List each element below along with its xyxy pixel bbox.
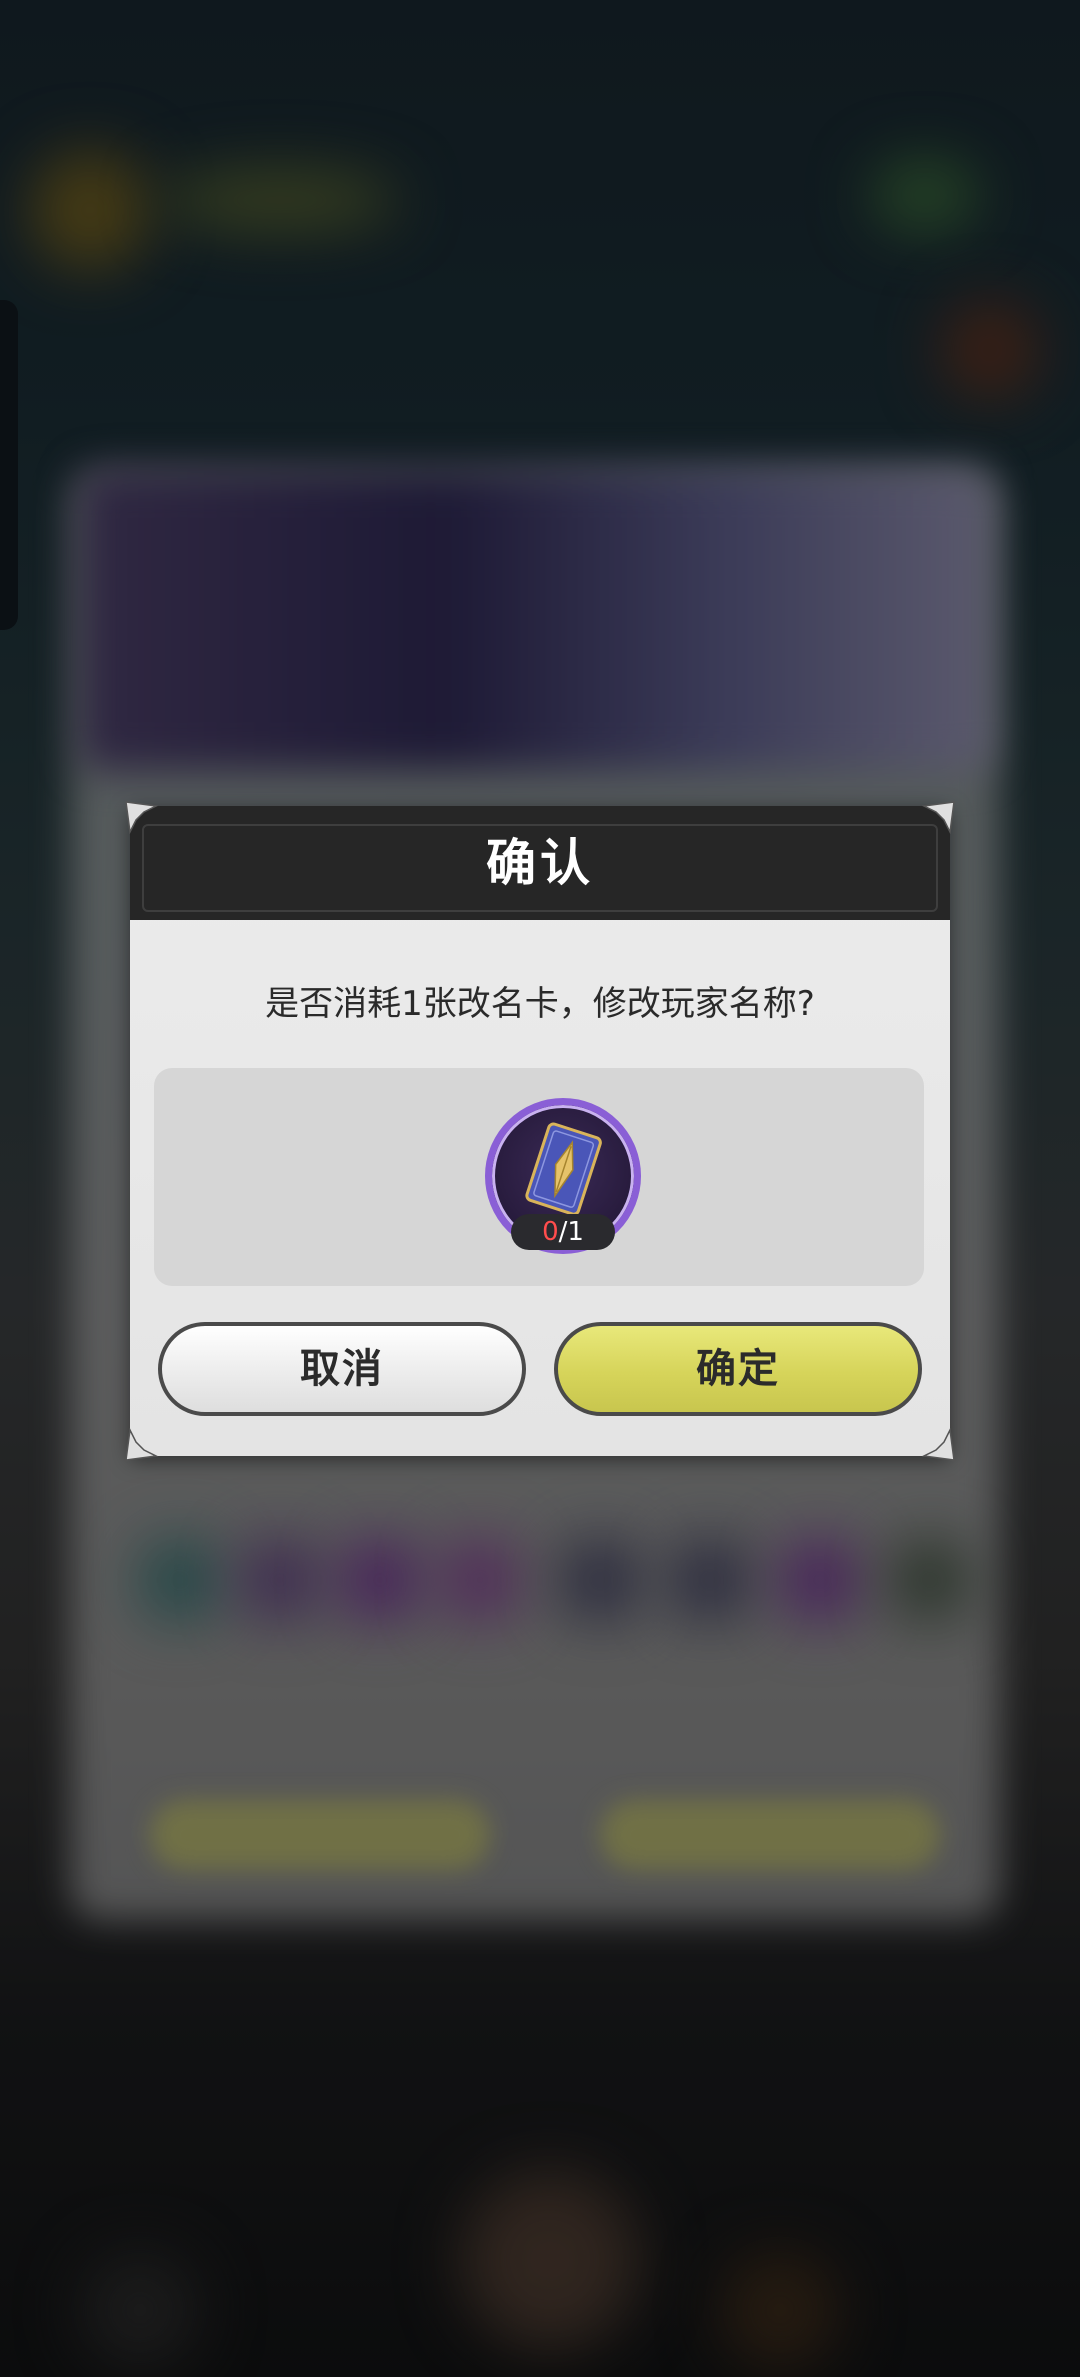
item-required-count: /1 [558, 1217, 584, 1247]
corner-ornament-icon [125, 801, 158, 834]
item-owned-count: 0 [542, 1217, 559, 1247]
confirm-button[interactable]: 确定 [554, 1322, 922, 1416]
cancel-button[interactable]: 取消 [158, 1322, 526, 1416]
item-count-badge: 0/1 [511, 1214, 615, 1250]
item-cost-area: 0/1 [154, 1068, 924, 1286]
corner-ornament-icon [922, 1428, 955, 1461]
corner-ornament-icon [922, 801, 955, 834]
corner-ornament-icon [125, 1428, 158, 1461]
dialog-title: 确认 [486, 834, 594, 892]
dialog-header: 确认 [130, 806, 950, 920]
confirm-dialog: 确认 是否消耗1张改名卡，修改玩家名称? 0/1 取消 确定 [125, 801, 955, 1461]
dialog-message: 是否消耗1张改名卡，修改玩家名称? [265, 984, 815, 1024]
